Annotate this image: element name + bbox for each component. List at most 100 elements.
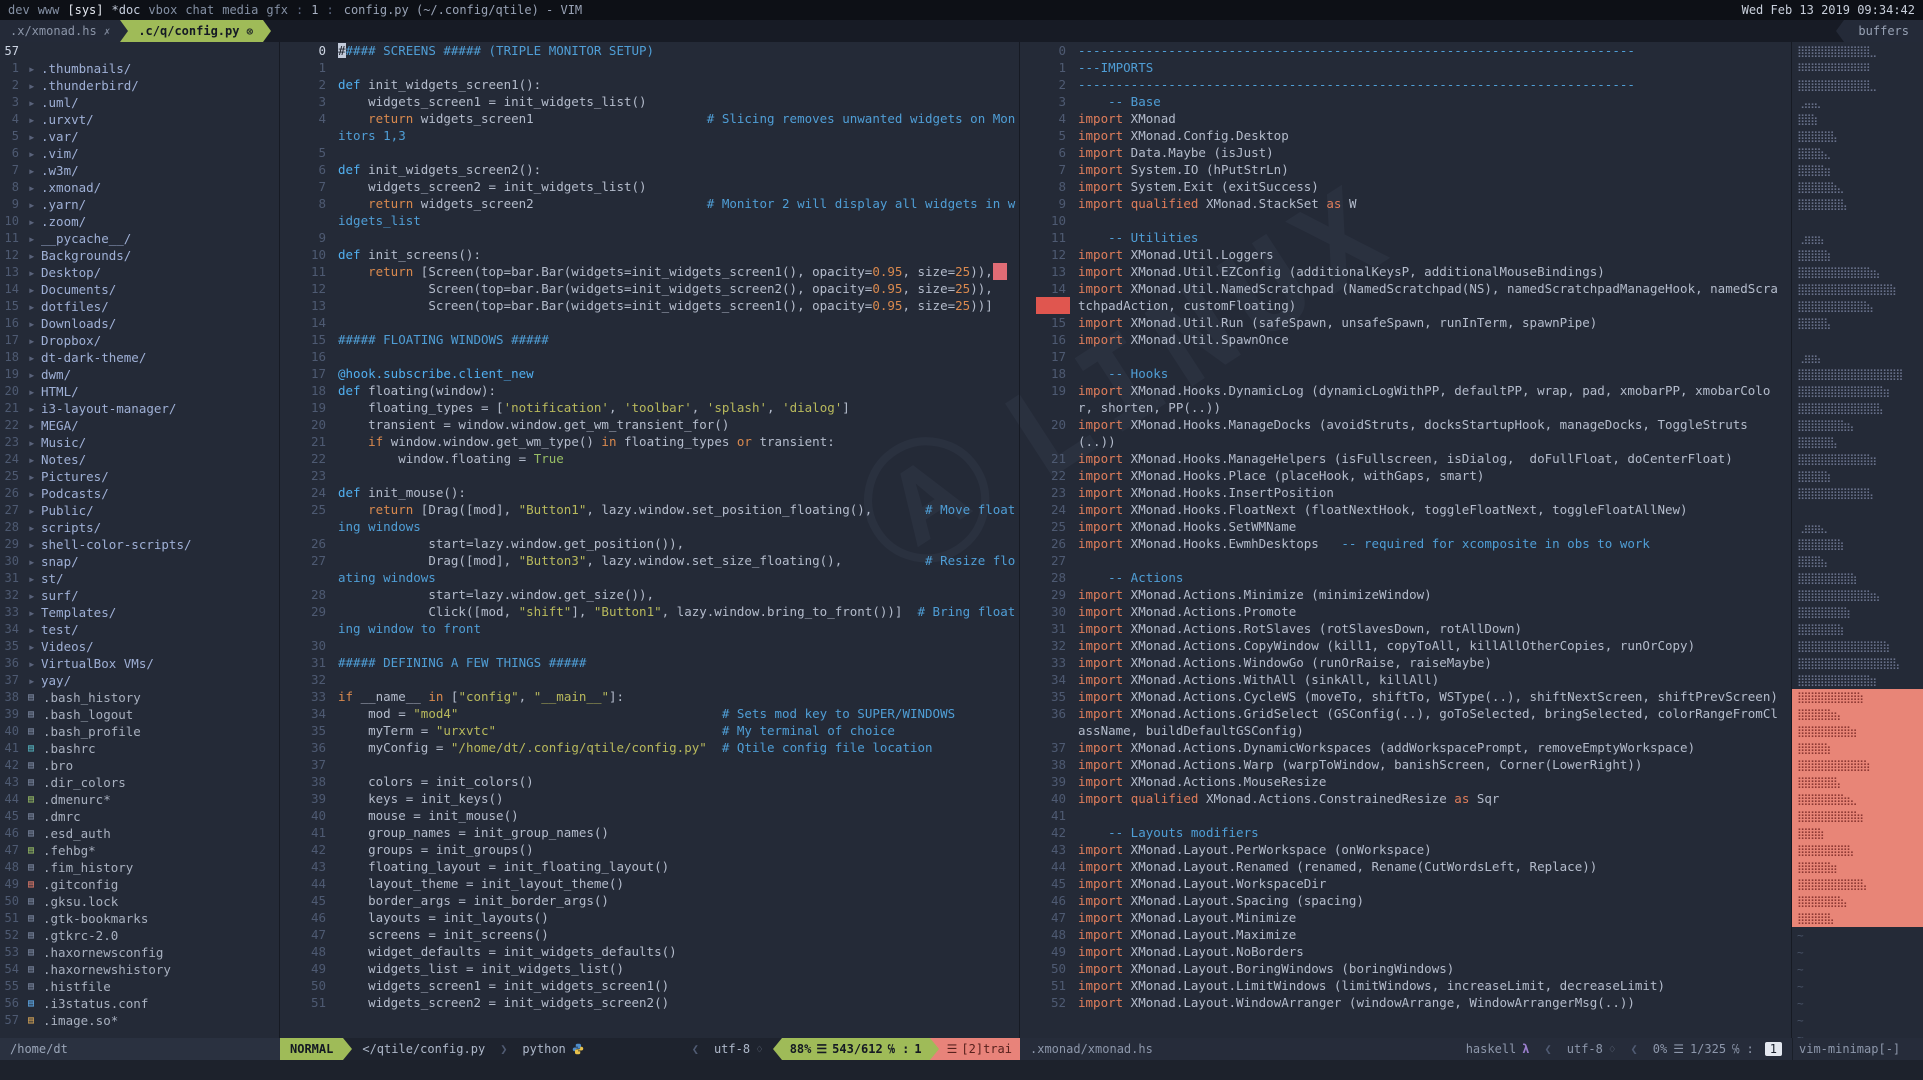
code-line[interactable]: 28 start=lazy.window.get_size()), [280,586,1019,603]
code-line[interactable]: 48import XMonad.Layout.Maximize [1020,926,1791,943]
tree-item[interactable]: 30▸snap/ [0,553,279,570]
tree-item[interactable]: 1▸.thumbnails/ [0,60,279,77]
code-line[interactable]: 3 -- Base [1020,93,1791,110]
code-line[interactable]: 51import XMonad.Layout.LimitWindows (lim… [1020,977,1791,994]
code-line[interactable]: 44 layout_theme = init_layout_theme() [280,875,1019,892]
tree-item[interactable]: 25▸Pictures/ [0,468,279,485]
code-line[interactable]: 26import XMonad.Hooks.EwmhDesktops -- re… [1020,535,1791,552]
code-line[interactable]: 30 [280,637,1019,654]
dwm-tag[interactable]: gfx [266,3,288,17]
tree-item[interactable]: 5▸.var/ [0,128,279,145]
code-line[interactable]: 40import qualified XMonad.Actions.Constr… [1020,790,1791,807]
tree-item[interactable]: 19▸dwm/ [0,366,279,383]
code-line[interactable]: 49import XMonad.Layout.NoBorders [1020,943,1791,960]
code-line[interactable]: 47import XMonad.Layout.Minimize [1020,909,1791,926]
tree-item[interactable]: 13▸Desktop/ [0,264,279,281]
code-line[interactable]: 2---------------------------------------… [1020,76,1791,93]
code-line[interactable]: 16 [280,348,1019,365]
code-line[interactable]: 29import XMonad.Actions.Minimize (minimi… [1020,586,1791,603]
command-line[interactable] [0,1060,1923,1080]
tree-item[interactable]: 32▸surf/ [0,587,279,604]
code-line[interactable]: 25 return [Drag([mod], "Button1", lazy.w… [280,501,1019,535]
code-line[interactable]: 15import XMonad.Util.Run (safeSpawn, uns… [1020,314,1791,331]
code-line[interactable]: 7import System.IO (hPutStrLn) [1020,161,1791,178]
tree-item[interactable]: 52▤.gtkrc-2.0 [0,927,279,944]
code-line[interactable]: 27 [1020,552,1791,569]
tree-item[interactable]: 26▸Podcasts/ [0,485,279,502]
code-line[interactable]: 37 [280,756,1019,773]
code-line[interactable]: 52import XMonad.Layout.WindowArranger (w… [1020,994,1791,1011]
code-line[interactable]: 45 border_args = init_border_args() [280,892,1019,909]
code-line[interactable]: 11 -- Utilities [1020,229,1791,246]
code-line[interactable]: 36 myConfig = "/home/dt/.config/qtile/co… [280,739,1019,756]
code-line[interactable]: 34 mod = "mod4" # Sets mod key to SUPER/… [280,705,1019,722]
code-line[interactable]: 19 floating_types = ['notification', 'to… [280,399,1019,416]
code-line[interactable]: 30import XMonad.Actions.Promote [1020,603,1791,620]
code-line[interactable]: 46 layouts = init_layouts() [280,909,1019,926]
minimap-viewport-highlight[interactable]: ⣿⣿⣿⣿⣿⣿⣿⣿⣶ [1792,723,1923,740]
minimap-viewport-highlight[interactable]: ⣿⣿⣿⣿⣿⣿⣿⣿⣿⣿⡄ [1792,876,1923,893]
code-line[interactable]: 27 Drag([mod], "Button3", lazy.window.se… [280,552,1019,586]
code-line[interactable]: 1 [280,59,1019,76]
code-line[interactable]: 3 widgets_screen1 = init_widgets_list() [280,93,1019,110]
tree-item[interactable]: 29▸shell-color-scripts/ [0,536,279,553]
code-line[interactable]: 6def init_widgets_screen2(): [280,161,1019,178]
code-line[interactable]: 28 -- Actions [1020,569,1791,586]
code-line[interactable]: 33import XMonad.Actions.WindowGo (runOrR… [1020,654,1791,671]
code-line[interactable]: 13 Screen(top=bar.Bar(widgets=init_widge… [280,297,1019,314]
code-line[interactable]: 11 return [Screen(top=bar.Bar(widgets=in… [280,263,1019,280]
minimap-viewport-highlight[interactable]: ⣿⣿⣿⣿⣿⣿⣿⣿⣿⣶ [1792,808,1923,825]
code-line[interactable]: 26 start=lazy.window.get_position()), [280,535,1019,552]
minimap-viewport-highlight[interactable]: ⣿⣿⣿⣿⣿⣿⣿⣿⣿⣿⣷ [1792,757,1923,774]
code-line[interactable]: 16import XMonad.Util.SpawnOnce [1020,331,1791,348]
tree-item[interactable]: 17▸Dropbox/ [0,332,279,349]
tree-item[interactable]: 9▸.yarn/ [0,196,279,213]
code-line[interactable]: 35import XMonad.Actions.CycleWS (moveTo,… [1020,688,1791,705]
tree-item[interactable]: 43▤.dir_colors [0,774,279,791]
code-line[interactable]: 41 [1020,807,1791,824]
code-line[interactable]: 21 if window.window.get_wm_type() in flo… [280,433,1019,450]
code-line[interactable]: 31##### DEFINING A FEW THINGS ##### [280,654,1019,671]
tab-close-icon[interactable]: ✗ [104,25,111,38]
minimap-viewport-highlight[interactable]: ⣿⣿⣿⣿⣿⡄ [1792,910,1923,927]
code-line[interactable]: 42 -- Layouts modifiers [1020,824,1791,841]
tree-item[interactable]: 41▤.bashrc [0,740,279,757]
code-line[interactable]: 17@hook.subscribe.client_new [280,365,1019,382]
tree-item[interactable]: 57▤.image.so* [0,1012,279,1029]
code-line[interactable]: 31import XMonad.Actions.RotSlaves (rotSl… [1020,620,1791,637]
tree-item[interactable]: 55▤.histfile [0,978,279,995]
minimap-viewport-highlight[interactable]: ⣿⣿⣿⣿⣷ [1792,740,1923,757]
tree-item[interactable]: 14▸Documents/ [0,281,279,298]
tree-item[interactable]: 16▸Downloads/ [0,315,279,332]
code-line[interactable]: 15##### FLOATING WINDOWS ##### [280,331,1019,348]
tree-item[interactable]: 24▸Notes/ [0,451,279,468]
tree-item[interactable]: 37▸yay/ [0,672,279,689]
tree-item[interactable]: 46▤.esd_auth [0,825,279,842]
tree-item[interactable]: 42▤.bro [0,757,279,774]
tree-item[interactable]: 7▸.w3m/ [0,162,279,179]
tree-item[interactable]: 47▤.fehbg* [0,842,279,859]
code-line[interactable]: 33if __name__ in ["config", "__main__"]: [280,688,1019,705]
code-line[interactable]: 8 return widgets_screen2 # Monitor 2 wil… [280,195,1019,229]
code-line[interactable]: 7 widgets_screen2 = init_widgets_list() [280,178,1019,195]
config-py-pane[interactable]: 0##### SCREENS ##### (TRIPLE MONITOR SET… [280,42,1020,1038]
code-line[interactable]: 37import XMonad.Actions.DynamicWorkspace… [1020,739,1791,756]
code-line[interactable]: 8import System.Exit (exitSuccess) [1020,178,1791,195]
tree-item[interactable]: 40▤.bash_profile [0,723,279,740]
code-line[interactable]: 20 transient = window.window.get_wm_tran… [280,416,1019,433]
code-line[interactable]: 5 [280,144,1019,161]
minimap-viewport-highlight[interactable]: ⣿⣿⣿⣷ [1792,825,1923,842]
code-line[interactable]: 47 screens = init_screens() [280,926,1019,943]
code-line[interactable]: 20import XMonad.Hooks.ManageDocks (avoid… [1020,416,1791,450]
code-line[interactable]: 12import XMonad.Util.Loggers [1020,246,1791,263]
code-line[interactable]: 5import XMonad.Config.Desktop [1020,127,1791,144]
tree-item[interactable]: 6▸.vim/ [0,145,279,162]
tree-item[interactable]: 10▸.zoom/ [0,213,279,230]
tree-item[interactable]: 45▤.dmrc [0,808,279,825]
minimap-viewport-highlight[interactable]: ⣿⣿⣿⣿⣿⣿⣿⣿⡄ [1792,842,1923,859]
tree-item[interactable]: 12▸Backgrounds/ [0,247,279,264]
tree-item[interactable]: 20▸HTML/ [0,383,279,400]
code-line[interactable]: 12 Screen(top=bar.Bar(widgets=init_widge… [280,280,1019,297]
tree-item[interactable]: 27▸Public/ [0,502,279,519]
code-line[interactable]: 50 widgets_screen1 = init_widgets_screen… [280,977,1019,994]
